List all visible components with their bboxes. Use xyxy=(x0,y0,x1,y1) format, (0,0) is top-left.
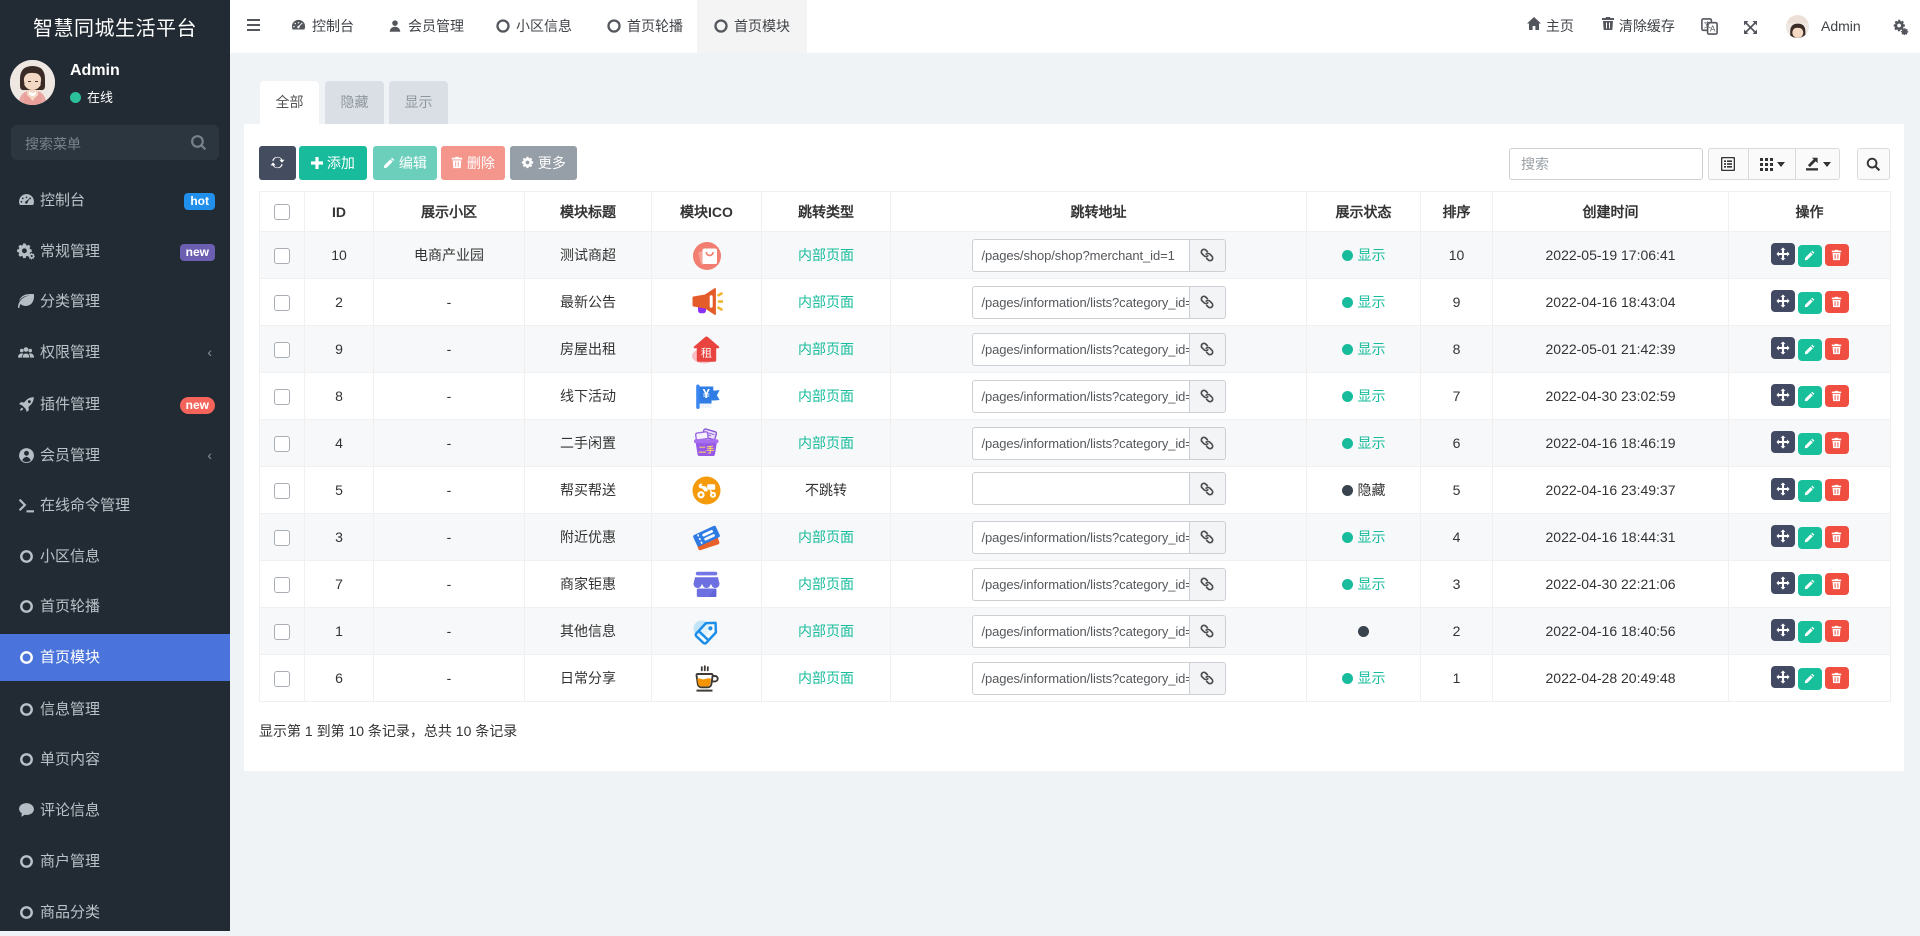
svg-text:租: 租 xyxy=(701,346,712,359)
svg-text:A: A xyxy=(1710,25,1716,34)
svg-text:¥: ¥ xyxy=(703,385,711,400)
svg-text:二手: 二手 xyxy=(698,444,714,454)
